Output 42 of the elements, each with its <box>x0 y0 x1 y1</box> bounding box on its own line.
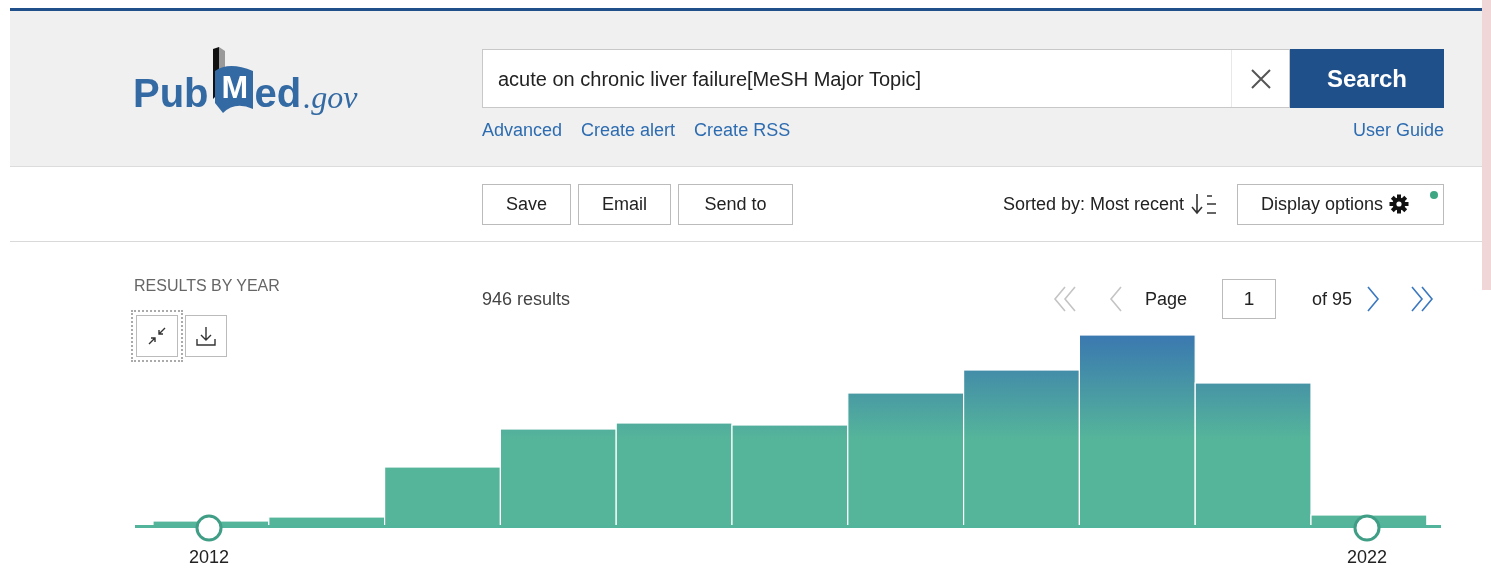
logo-text: ed <box>254 73 302 113</box>
histogram-bar[interactable] <box>963 369 1080 527</box>
section-title: RESULTS BY YEAR <box>134 277 281 295</box>
histogram-bar[interactable] <box>731 424 849 527</box>
next-page-icon[interactable] <box>1366 285 1380 313</box>
histogram-bar[interactable] <box>1078 334 1196 527</box>
display-options-button[interactable]: Display options <box>1237 183 1444 225</box>
toolbar-button[interactable]: Send to <box>678 183 793 225</box>
histogram-bar[interactable] <box>384 466 501 527</box>
logo-suffix: .gov <box>303 81 358 113</box>
page-number-field[interactable]: 1 <box>1221 279 1276 319</box>
logo-text: Pub <box>133 73 209 113</box>
search-field[interactable]: acute on chronic liver failure[MeSH Major Topic] <box>482 49 1290 108</box>
range-handle[interactable] <box>195 514 223 542</box>
histogram-bar[interactable] <box>1194 382 1312 527</box>
page-label: Page <box>1144 287 1187 311</box>
page-count: of 95 <box>1311 287 1352 311</box>
download-button[interactable] <box>185 315 227 357</box>
sort-label[interactable]: Sorted by: Most recent <box>1002 190 1184 218</box>
results-count: 946 results <box>482 288 571 311</box>
histogram-bar[interactable] <box>615 422 733 527</box>
sort-descending-icon <box>1189 192 1217 216</box>
header-link[interactable]: Advanced <box>482 117 563 144</box>
gear-icon <box>1389 194 1410 214</box>
year-label: 2022 <box>1347 547 1387 567</box>
header-link[interactable]: Create alert <box>581 117 676 144</box>
logo-letter: M <box>221 71 249 103</box>
histogram-bar[interactable] <box>499 428 617 527</box>
search-query: acute on chronic liver failure[MeSH Major Topic] <box>498 66 923 92</box>
user-guide-link[interactable]: User Guide <box>1352 117 1444 144</box>
close-icon <box>1249 67 1272 90</box>
range-handle[interactable] <box>1353 514 1381 542</box>
toolbar-button[interactable]: Email <box>578 183 671 225</box>
download-icon <box>195 325 217 347</box>
collapse-arrows-icon <box>147 326 167 346</box>
header-link[interactable]: Create RSS <box>694 117 791 144</box>
year-label: 2012 <box>189 547 229 567</box>
search-button[interactable]: Search <box>1290 49 1444 108</box>
toolbar-button[interactable]: Save <box>482 183 571 225</box>
display-options-label: Display options <box>1261 192 1384 216</box>
histogram-bar[interactable] <box>847 392 965 527</box>
last-page-icon[interactable] <box>1410 285 1434 313</box>
